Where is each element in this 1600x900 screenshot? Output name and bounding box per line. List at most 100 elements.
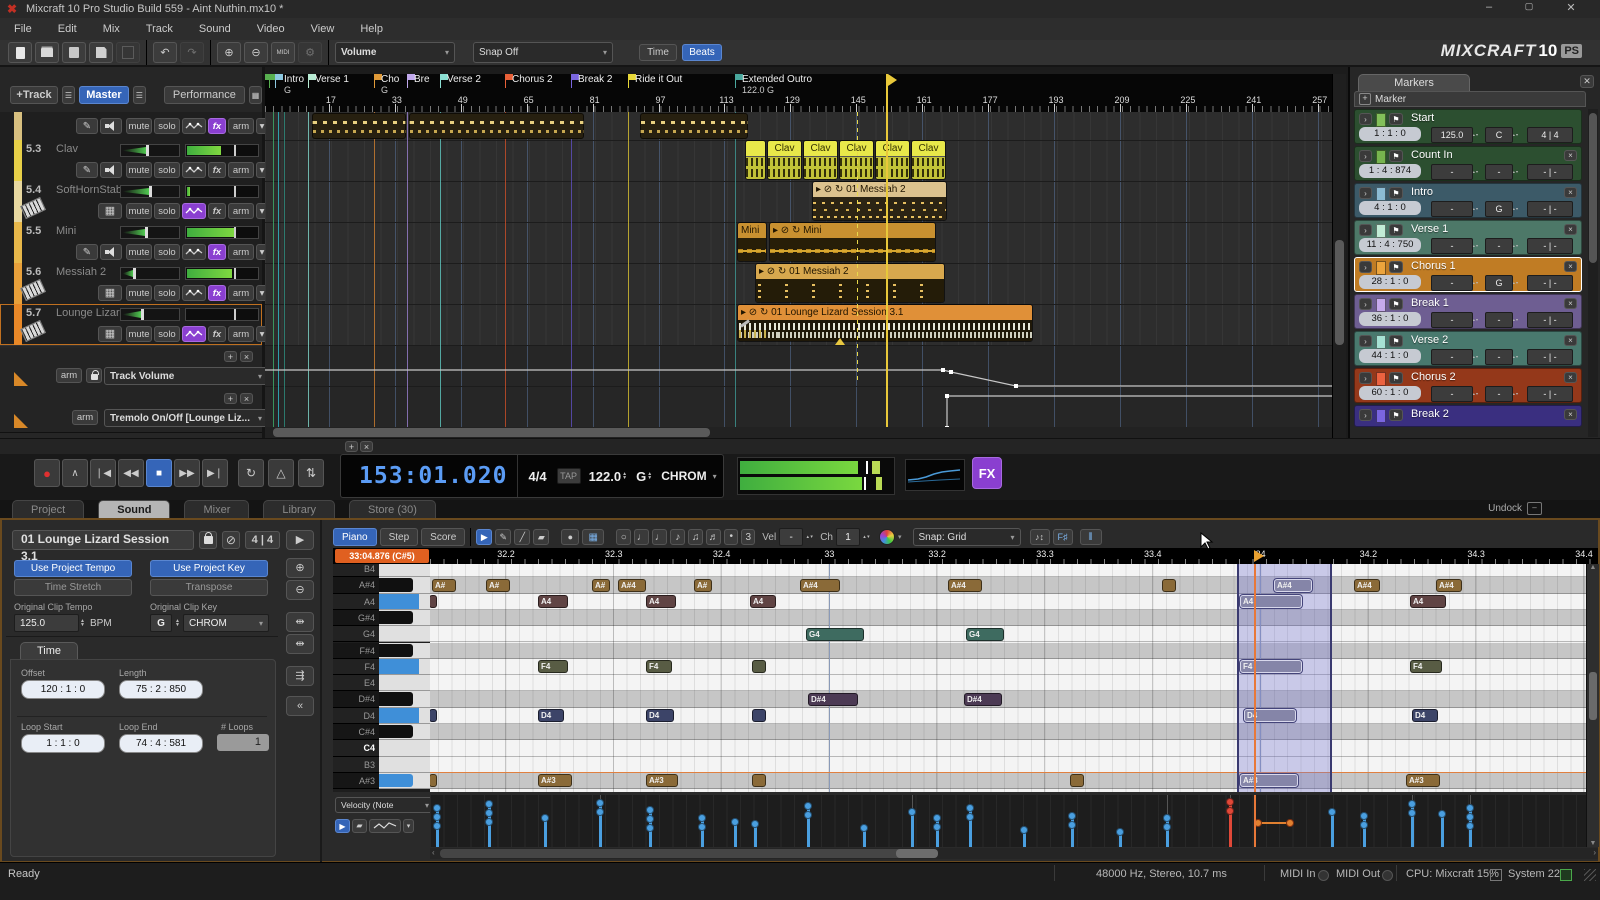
piano-keys[interactable]: B4A#4A4G#4G4F#4F4E4D#4D4C#4C4B3A#3 (333, 564, 430, 792)
track-name[interactable]: SoftHornStabs (56, 184, 128, 196)
marker-name[interactable]: Break 1 (1411, 297, 1449, 309)
midi-note[interactable]: A4 (646, 595, 676, 608)
lane-param-dropdown[interactable]: Track Volume▾ (104, 367, 268, 385)
marker-color-swatch[interactable] (1376, 113, 1386, 127)
menu-file[interactable]: File (14, 23, 32, 35)
marker-key-field[interactable]: - (1485, 164, 1513, 180)
velocity-dot[interactable] (731, 818, 739, 826)
export-icon[interactable] (116, 42, 140, 63)
track-row[interactable]: 5.3Clav✎mutesolofxarm▾ (0, 140, 262, 182)
triplet-button[interactable]: 3 (741, 529, 755, 545)
marker-tempo-field[interactable]: - (1431, 349, 1473, 365)
note-color-wheel-icon[interactable] (879, 529, 895, 545)
automation-curves[interactable] (265, 345, 1332, 427)
midi-note[interactable] (430, 709, 437, 722)
marker-color-swatch[interactable] (1376, 335, 1386, 349)
tab-project[interactable]: Project (12, 500, 84, 518)
velocity-dot[interactable] (1163, 814, 1171, 822)
marker-sig-field[interactable]: 4 | 4 (1527, 127, 1573, 143)
velocity-dot[interactable] (966, 813, 974, 821)
marker-row[interactable]: ›⚑Verse 1×11 : 4 : 750-▴ ▾-▴ ▾- | - (1354, 220, 1582, 255)
pr-line-tool[interactable]: ╱ (514, 529, 530, 545)
piano-key[interactable] (379, 675, 430, 691)
undock-icon[interactable]: – (1527, 502, 1542, 515)
velocity-dot[interactable] (1328, 808, 1336, 816)
midi-note[interactable] (752, 709, 766, 722)
monitor-speaker-icon[interactable] (100, 244, 122, 260)
metronome-button[interactable]: △ (268, 459, 294, 487)
undo-icon[interactable]: ↶ (153, 42, 177, 63)
fast-forward-button[interactable]: ▶▶ (174, 459, 200, 487)
marker-name[interactable]: Chorus 1 (1411, 260, 1456, 272)
marker-name[interactable]: Verse 1 (1411, 223, 1448, 235)
marker-delete-icon[interactable]: × (1564, 298, 1577, 309)
velocity-dot[interactable] (1466, 804, 1474, 812)
velocity-dot[interactable] (1466, 813, 1474, 821)
clip-name[interactable]: 01 Lounge Lizard Session 3.1 (12, 530, 194, 550)
velocity-value-field[interactable]: - (779, 528, 803, 546)
mute-button[interactable]: mute (126, 285, 152, 301)
clip[interactable]: Clav (839, 140, 874, 180)
midi-note[interactable]: D4 (1412, 709, 1438, 722)
velocity-dot[interactable] (485, 818, 493, 826)
pr-piano-grid-icon[interactable]: ▦ (582, 529, 604, 545)
clip[interactable]: Clav (767, 140, 802, 180)
track-name[interactable]: Messiah 2 (56, 266, 106, 278)
arm-button[interactable]: arm (228, 326, 254, 342)
go-to-start-button[interactable]: ❘◀ (90, 459, 116, 487)
loop-mode-button[interactable]: ↻ (238, 459, 264, 487)
marker-name[interactable]: Chorus 2 (1411, 371, 1456, 383)
piano-key[interactable] (379, 594, 430, 610)
lane-param-dropdown[interactable]: Tremolo On/Off [Lounge Liz...▾ (104, 409, 268, 427)
snap-dropdown[interactable]: Snap Off▾ (473, 42, 613, 63)
clip[interactable]: Clav (911, 140, 946, 180)
marker-expand-icon[interactable]: › (1359, 187, 1372, 199)
midi-activity-icon[interactable]: MIDI (271, 42, 295, 63)
marker-sig-field[interactable]: - | - (1527, 312, 1573, 328)
length-field[interactable]: 75 : 2 : 850 (119, 680, 203, 699)
velocity-stem[interactable] (1331, 811, 1334, 847)
track-row[interactable]: ✎mutesolofxarm▾ (0, 112, 262, 141)
midi-note[interactable]: A4 (750, 595, 776, 608)
pr-snap-dropdown[interactable]: Snap: Grid▾ (913, 528, 1021, 546)
tab-mixer[interactable]: Mixer (184, 500, 249, 518)
timeline-ruler[interactable]: 1733496581971131291451611771932092252412… (265, 74, 1332, 112)
lane-close-icon[interactable]: × (360, 441, 373, 452)
velocity-dot[interactable] (751, 820, 759, 828)
velocity-dot[interactable] (1068, 812, 1076, 820)
marker-expand-icon[interactable]: › (1359, 224, 1372, 236)
maximize-button[interactable]: ▢ (1514, 1, 1544, 12)
pr-play-button[interactable]: ▶ (286, 530, 314, 550)
midi-note[interactable]: A#4 (800, 579, 840, 592)
automation-button[interactable] (182, 326, 206, 342)
piano-roll-ruler[interactable]: 33:04.876 (C#5) 32.232.332.43333.233.333… (333, 548, 1598, 564)
marker-delete-icon[interactable]: × (1564, 224, 1577, 235)
black-key[interactable] (379, 774, 413, 787)
tab-store-[interactable]: Store (30) (349, 500, 436, 518)
automation-type-dropdown[interactable]: Volume▾ (335, 42, 455, 63)
clip[interactable]: Clav (875, 140, 910, 180)
add-track-menu-icon[interactable]: ☰ (62, 86, 75, 104)
volume-handle[interactable] (145, 227, 148, 238)
stop-button[interactable]: ■ (146, 459, 172, 487)
marker-label[interactable]: Ride it Out (635, 74, 682, 85)
marker-tempo-field[interactable]: - (1431, 238, 1473, 254)
automation-button[interactable] (182, 244, 206, 260)
orig-tempo-field[interactable]: 125.0 ▲▼ BPM (14, 614, 112, 632)
quantize-grid-icon[interactable]: ⫴ (1080, 529, 1102, 545)
marker-row[interactable]: ›⚑Count In×1 : 4 : 874-▴ ▾-▴ ▾- | - (1354, 146, 1582, 181)
lane-add-icon[interactable]: + (345, 441, 358, 452)
undock-label[interactable]: Undock (1488, 503, 1522, 514)
performance-panel-button[interactable]: Performance (164, 86, 245, 104)
velocity-dot[interactable] (1360, 812, 1368, 820)
mute-button[interactable]: mute (126, 244, 152, 260)
clip[interactable]: ▸ ⊘ ↻ 01 Messiah 2 (812, 181, 947, 221)
marker-label[interactable]: Extended Outro (742, 74, 812, 85)
clip[interactable]: ▸ ⊘ ↻ Mini (769, 222, 936, 262)
menu-mix[interactable]: Mix (103, 23, 120, 35)
channel-spinner[interactable]: ▴ ▾ (863, 531, 870, 544)
marker-label[interactable]: Intro (284, 74, 304, 85)
marker-expand-icon[interactable]: › (1359, 298, 1372, 310)
pr-hscrollbar[interactable]: ‹ › (430, 848, 1598, 859)
velocity-tool-dropdown-icon[interactable]: ▾ (403, 819, 414, 833)
